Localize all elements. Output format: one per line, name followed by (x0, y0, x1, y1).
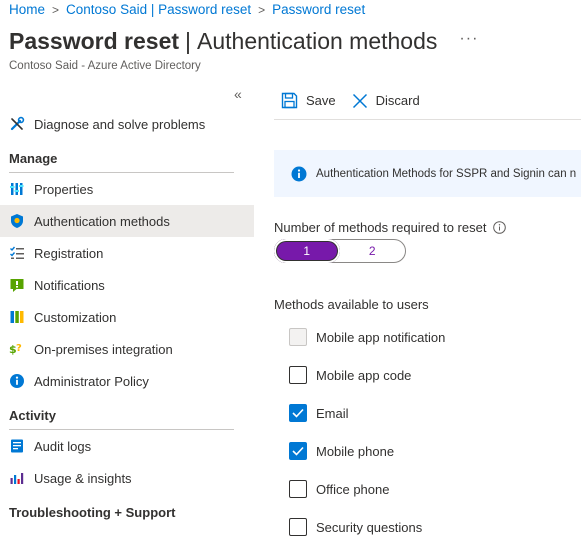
sidebar-item-usage-insights[interactable]: Usage & insights (0, 462, 254, 494)
method-mobile-app-notification[interactable]: Mobile app notification (289, 328, 445, 346)
breadcrumb-password-reset[interactable]: Password reset (272, 2, 365, 17)
checkmark-icon (292, 408, 304, 418)
page-title-row: Password reset | Authentication methods … (9, 28, 478, 55)
method-label: Mobile app notification (316, 329, 446, 345)
sidebar-item-authentication-methods[interactable]: Authentication methods (0, 205, 254, 237)
page-section-title: Authentication methods (197, 28, 438, 54)
shield-icon (9, 213, 25, 229)
section-heading-activity: Activity (9, 407, 56, 423)
sidebar-item-label: Authentication methods (34, 213, 170, 229)
sidebar-item-customization[interactable]: Customization (0, 301, 254, 333)
properties-icon (9, 181, 25, 197)
sidebar-item-label: Diagnose and solve problems (34, 116, 206, 132)
page-title-separator: | (185, 28, 192, 54)
breadcrumb: Home > Contoso Said | Password reset > P… (9, 2, 365, 17)
wrench-cross-icon (9, 116, 25, 132)
sidebar-item-on-premises-integration[interactable]: $? On-premises integration (0, 333, 254, 365)
info-banner: Authentication Methods for SSPR and Sign… (274, 150, 581, 197)
discard-label: Discard (375, 93, 420, 108)
section-heading-manage: Manage (9, 150, 58, 166)
insights-icon (9, 470, 25, 486)
breadcrumb-separator: > (258, 2, 266, 17)
methods-required-option-2[interactable]: 2 (340, 240, 406, 262)
command-bar: Save Discard (281, 92, 436, 109)
breadcrumb-contoso-password-reset[interactable]: Contoso Said | Password reset (66, 2, 251, 17)
method-email[interactable]: Email (289, 404, 349, 422)
info-icon (291, 166, 307, 182)
sidebar-item-label: Usage & insights (34, 470, 132, 486)
sidebar-item-notifications[interactable]: Notifications (0, 269, 254, 301)
checkbox[interactable] (289, 366, 307, 384)
page-title: Password reset (9, 28, 180, 54)
customization-icon (9, 309, 25, 325)
sidebar-item-label: On-premises integration (34, 341, 173, 357)
sidebar-item-label: Properties (34, 181, 94, 197)
sidebar-item-audit-logs[interactable]: Audit logs (0, 430, 254, 462)
method-label: Office phone (316, 481, 390, 497)
checklist-icon (9, 245, 25, 261)
methods-required-option-1[interactable]: 1 (274, 239, 340, 263)
page-subtitle: Contoso Said - Azure Active Directory (9, 60, 201, 72)
more-options-button[interactable]: ··· (459, 30, 478, 48)
method-office-phone[interactable]: Office phone (289, 480, 389, 498)
sidebar-item-registration[interactable]: Registration (0, 237, 254, 269)
methods-required-toggle: 1 2 (274, 239, 406, 263)
breadcrumb-home[interactable]: Home (9, 2, 45, 17)
breadcrumb-separator: > (52, 2, 60, 17)
methods-required-label-text: Number of methods required to reset (274, 220, 487, 235)
info-icon (9, 373, 25, 389)
section-heading-troubleshooting: Troubleshooting + Support (9, 504, 176, 520)
collapse-sidebar-button[interactable]: « (234, 86, 242, 102)
save-button[interactable]: Save (281, 92, 336, 109)
method-security-questions[interactable]: Security questions (289, 518, 422, 536)
methods-required-label: Number of methods required to reset (274, 220, 507, 235)
checkbox[interactable] (289, 480, 307, 498)
save-icon (281, 92, 298, 109)
method-mobile-phone[interactable]: Mobile phone (289, 442, 394, 460)
sidebar-item-label: Registration (34, 245, 104, 261)
info-tooltip-icon[interactable] (493, 221, 507, 234)
method-label: Mobile app code (316, 367, 412, 383)
sidebar-item-label: Audit logs (34, 438, 92, 454)
svg-text:?: ? (16, 343, 22, 354)
audit-log-icon (9, 438, 25, 454)
sidebar-item-label: Administrator Policy (34, 373, 149, 389)
checkbox-disabled[interactable] (289, 328, 307, 346)
checkmark-icon (292, 446, 304, 456)
close-icon (352, 93, 368, 109)
method-mobile-app-code[interactable]: Mobile app code (289, 366, 411, 384)
sidebar: Diagnose and solve problems Manage Prope… (0, 108, 254, 523)
on-premises-icon: $? (9, 341, 25, 357)
method-label: Security questions (316, 519, 423, 535)
sidebar-item-administrator-policy[interactable]: Administrator Policy (0, 365, 254, 397)
discard-button[interactable]: Discard (352, 93, 420, 109)
sidebar-item-label: Notifications (34, 277, 105, 293)
sidebar-item-properties[interactable]: Properties (0, 173, 254, 205)
checkbox-checked[interactable] (289, 442, 307, 460)
info-banner-text: Authentication Methods for SSPR and Sign… (316, 167, 577, 180)
checkbox-checked[interactable] (289, 404, 307, 422)
methods-available-label: Methods available to users (274, 297, 429, 312)
save-label: Save (306, 93, 336, 108)
method-label: Email (316, 405, 349, 421)
sidebar-item-diagnose[interactable]: Diagnose and solve problems (0, 108, 254, 140)
sidebar-item-label: Customization (34, 309, 117, 325)
checkbox[interactable] (289, 518, 307, 536)
method-label: Mobile phone (316, 443, 395, 459)
toolbar-divider (274, 119, 581, 120)
notification-icon (9, 277, 25, 293)
